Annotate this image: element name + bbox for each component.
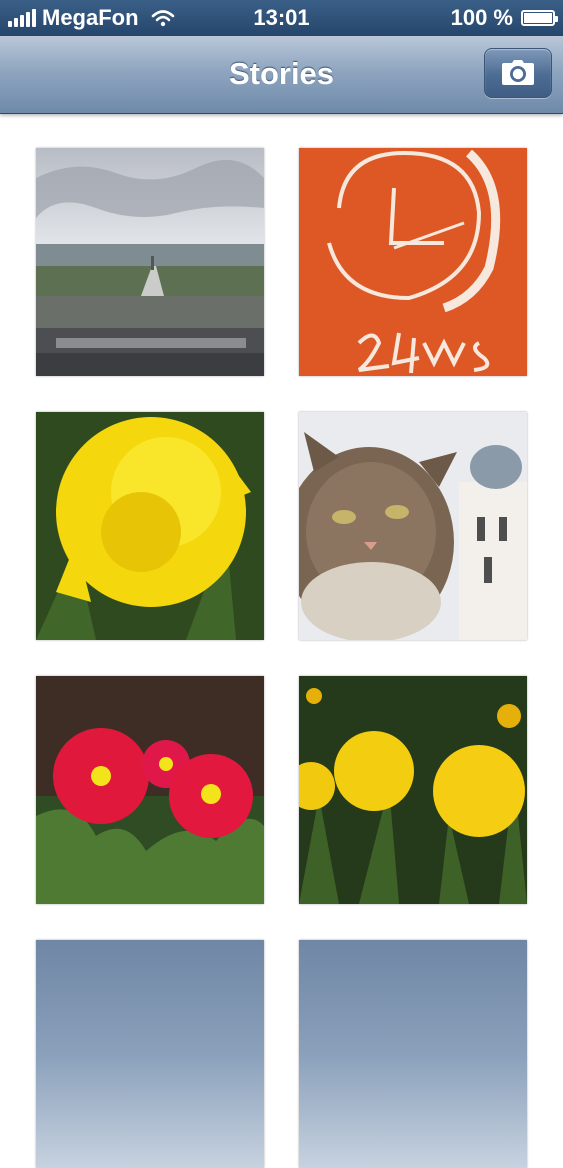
battery-percent-label: 100 % (450, 5, 513, 30)
photo-yellow-dandelion[interactable] (36, 412, 264, 640)
navigation-bar: Stories (0, 36, 563, 114)
camera-icon (502, 60, 534, 85)
photo-loading-placeholder[interactable] (299, 940, 527, 1168)
battery-icon (521, 10, 558, 26)
photo-clock-drawing[interactable] (299, 148, 527, 376)
photo-coastal-city-view[interactable] (36, 148, 264, 376)
page-title: Stories (228, 56, 335, 91)
status-bar-right: 100 % (450, 5, 558, 31)
photo-loading-placeholder[interactable] (36, 940, 264, 1168)
camera-button[interactable] (484, 48, 552, 98)
status-bar: MegaFon 13:01 100 % (0, 0, 563, 36)
photo-red-daisies[interactable] (36, 676, 264, 904)
photo-dandelions-in-grass[interactable] (299, 676, 527, 904)
photo-tabby-cat[interactable] (299, 412, 527, 640)
